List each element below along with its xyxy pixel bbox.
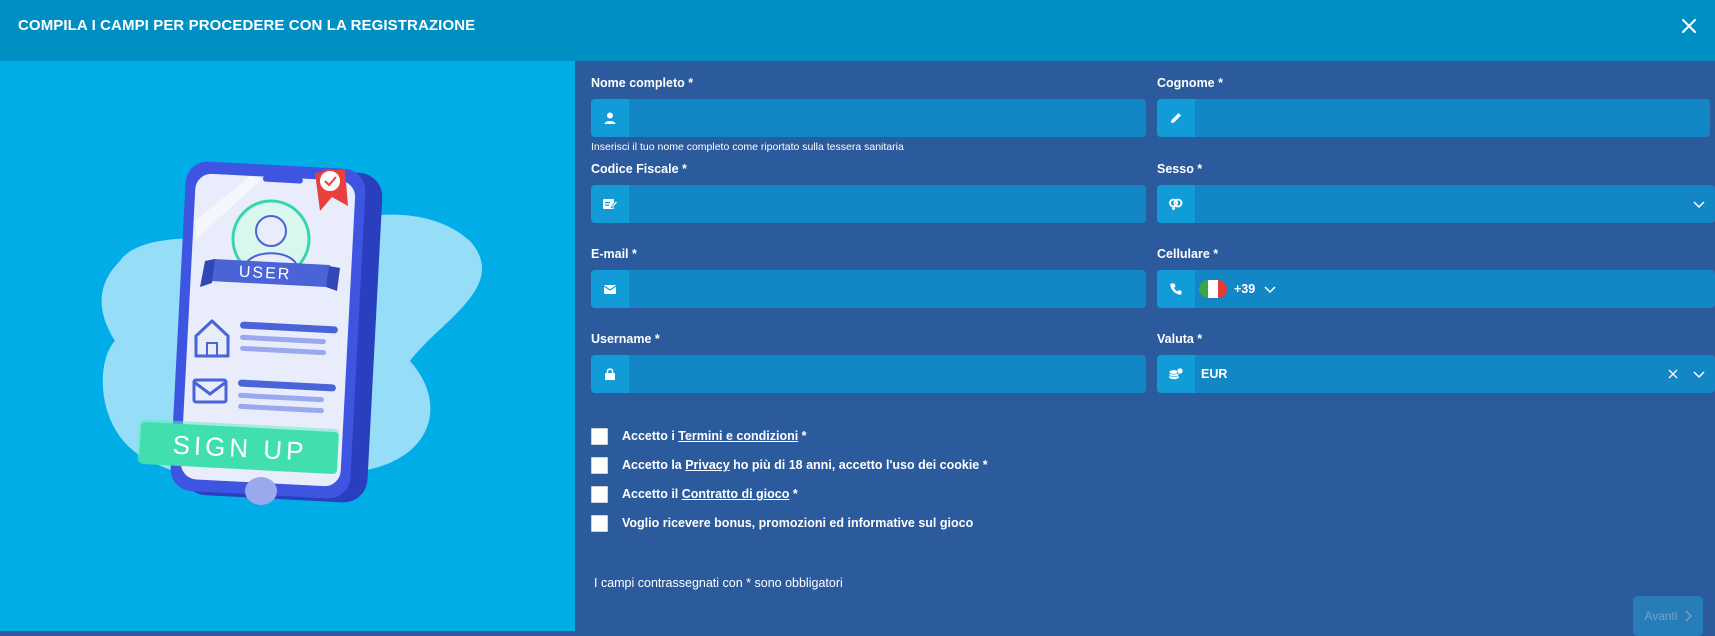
email-field[interactable] — [591, 270, 1146, 310]
privacy-link[interactable]: Privacy — [685, 458, 729, 472]
bonus-checkbox[interactable] — [591, 514, 608, 532]
sesso-select[interactable] — [1157, 185, 1715, 223]
required-note: I campi contrassegnati con * sono obblig… — [594, 576, 843, 590]
valuta-select[interactable]: EUR — [1157, 355, 1715, 393]
privacy-checkbox[interactable] — [591, 456, 608, 474]
username-field[interactable] — [591, 355, 1146, 395]
cellulare-label: Cellulare * — [1157, 247, 1219, 261]
id-card-icon — [591, 185, 629, 223]
illustration-panel: USER SIGN UP — [0, 61, 575, 631]
next-button-label: Avanti — [1644, 609, 1678, 623]
privacy-checkbox-row[interactable]: Accetto la Privacy ho più di 18 anni, ac… — [591, 455, 988, 475]
modal-title: COMPILA I CAMPI PER PROCEDERE CON LA REG… — [18, 17, 476, 34]
terms-required-mark: * — [798, 429, 807, 443]
nome-hint: Inserisci il tuo nome completo come ripo… — [591, 141, 904, 153]
cellulare-field[interactable]: +39 — [1157, 270, 1715, 310]
bonus-text: Voglio ricevere bonus, promozioni ed inf… — [622, 516, 974, 530]
pencil-icon — [1157, 99, 1195, 137]
contract-text: Accetto il — [622, 487, 682, 501]
contract-checkbox[interactable] — [591, 485, 608, 503]
valuta-value: EUR — [1201, 367, 1228, 381]
next-button[interactable]: Avanti — [1633, 596, 1703, 636]
user-label: USER — [238, 264, 291, 284]
lock-icon — [591, 355, 629, 393]
privacy-text-suffix: ho più di 18 anni, accetto l'uso dei coo… — [729, 458, 988, 472]
cognome-field[interactable] — [1157, 99, 1710, 139]
chevron-down-icon[interactable] — [1691, 366, 1707, 382]
codice-fiscale-label: Codice Fiscale * — [591, 162, 687, 176]
coins-icon — [1157, 355, 1195, 393]
clear-icon[interactable] — [1665, 366, 1681, 382]
contract-link[interactable]: Contratto di gioco — [682, 487, 790, 501]
user-icon — [591, 99, 629, 137]
phone-icon — [1157, 270, 1195, 308]
signup-illustration: USER SIGN UP — [101, 161, 483, 505]
nome-field[interactable] — [591, 99, 1146, 139]
sesso-label: Sesso * — [1157, 162, 1203, 176]
envelope-icon — [591, 270, 629, 308]
phone-prefix: +39 — [1234, 282, 1256, 296]
email-input[interactable] — [631, 270, 1138, 310]
gender-icon — [1157, 185, 1195, 223]
nome-label: Nome completo * — [591, 76, 694, 90]
terms-checkbox[interactable] — [591, 427, 608, 445]
form-panel: Nome completo * Inserisci il tuo nome co… — [575, 61, 1715, 636]
terms-text: Accetto i — [622, 429, 679, 443]
chevron-down-icon[interactable] — [1262, 281, 1278, 297]
codice-fiscale-field[interactable] — [591, 185, 1146, 225]
privacy-text: Accetto la — [622, 458, 686, 472]
bonus-checkbox-row[interactable]: Voglio ricevere bonus, promozioni ed inf… — [591, 513, 973, 533]
contract-checkbox-row[interactable]: Accetto il Contratto di gioco * — [591, 484, 798, 504]
modal-header: COMPILA I CAMPI PER PROCEDERE CON LA REG… — [0, 0, 1715, 61]
cognome-label: Cognome * — [1157, 76, 1223, 90]
close-icon[interactable] — [1679, 16, 1699, 36]
username-label: Username * — [591, 332, 660, 346]
username-input[interactable] — [631, 355, 1138, 395]
terms-link[interactable]: Termini e condizioni — [678, 429, 798, 443]
contract-required-mark: * — [789, 487, 798, 501]
cellulare-input[interactable] — [1287, 270, 1707, 310]
cognome-input[interactable] — [1197, 99, 1702, 139]
valuta-label: Valuta * — [1157, 332, 1203, 346]
codice-fiscale-input[interactable] — [631, 185, 1138, 225]
chevron-down-icon[interactable] — [1691, 196, 1707, 212]
terms-checkbox-row[interactable]: Accetto i Termini e condizioni * — [591, 426, 807, 446]
email-label: E-mail * — [591, 247, 637, 261]
italy-flag-icon[interactable] — [1199, 280, 1227, 298]
chevron-right-icon — [1685, 610, 1692, 622]
nome-input[interactable] — [631, 99, 1138, 139]
